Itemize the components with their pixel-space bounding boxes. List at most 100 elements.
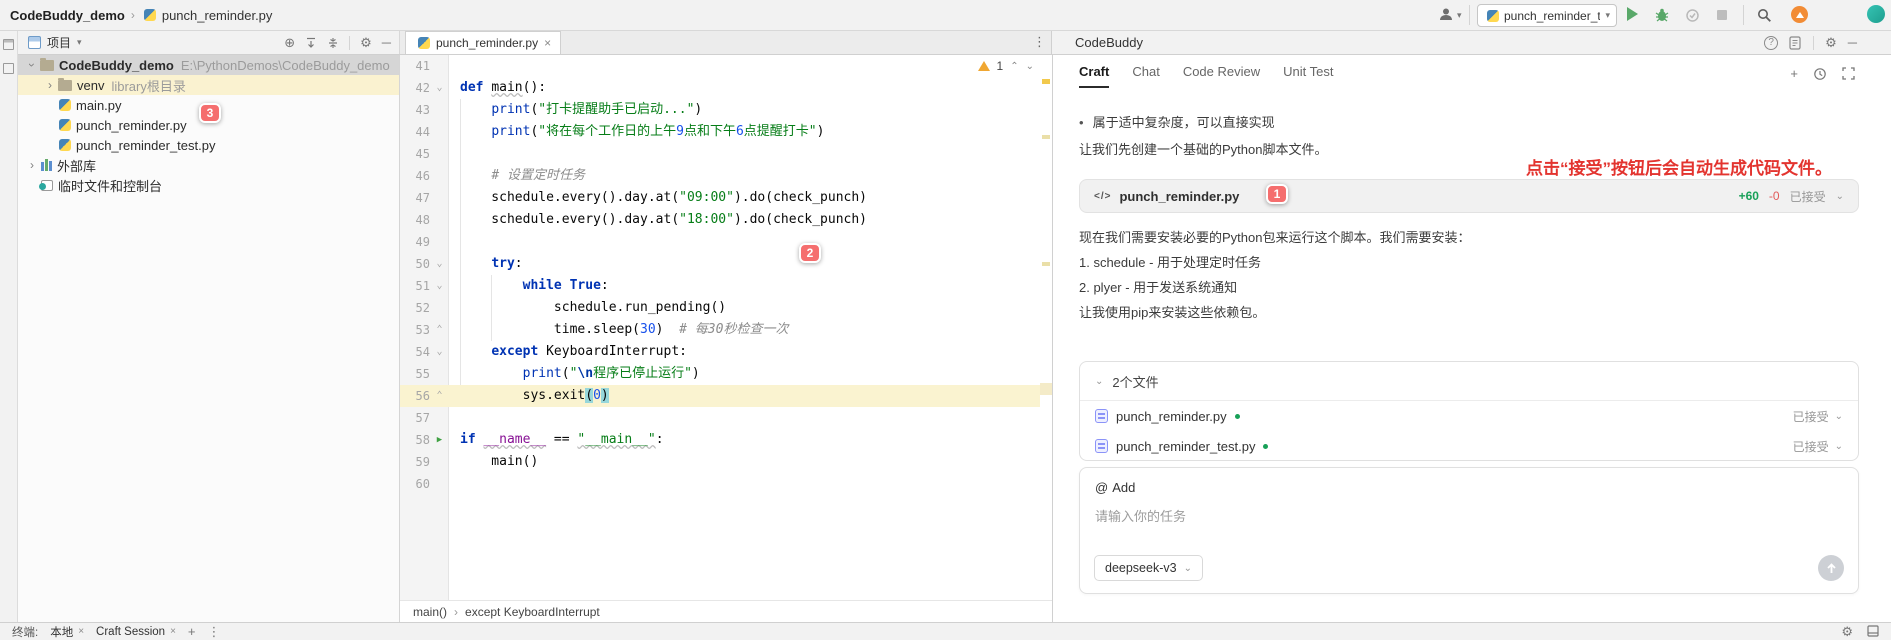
tree-item-venv[interactable]: › venv library根目录 <box>18 75 399 95</box>
chevron-down-icon[interactable]: ⌄ <box>1836 191 1844 202</box>
codebuddy-settings-gear-icon[interactable]: ⚙ <box>1825 36 1837 49</box>
code-line-54[interactable]: 54 ⌄ except KeyboardInterrupt: <box>400 341 1040 363</box>
code-line-48[interactable]: 48 schedule.every().day.at("18:00").do(c… <box>400 209 1040 231</box>
tree-item--[interactable]: › 外部库 <box>18 155 399 175</box>
tab-chat[interactable]: Chat <box>1132 64 1159 88</box>
project-panel-title[interactable]: 项目 <box>47 34 71 51</box>
code-line-46[interactable]: 46 # 设置定时任务 <box>400 165 1040 187</box>
tab-unit-test[interactable]: Unit Test <box>1283 64 1333 88</box>
run-gutter-icon[interactable]: ▶ <box>430 429 449 451</box>
next-warning-icon[interactable]: ⌄ <box>1026 61 1034 72</box>
search-everywhere-icon[interactable] <box>1755 6 1773 24</box>
hide-codebuddy-panel-icon[interactable]: ─ <box>1848 36 1857 49</box>
hide-panel-icon[interactable]: ─ <box>382 36 391 49</box>
terminal-tab-craft-session[interactable]: Craft Session × <box>96 626 176 638</box>
code-line-53[interactable]: 53 ⌃ time.sleep(30) # 每30秒检查一次 <box>400 319 1040 341</box>
code-line-44[interactable]: 44 print("将在每个工作日的上午9点和下午6点提醒打卡") <box>400 121 1040 143</box>
close-icon[interactable]: × <box>170 626 176 637</box>
run-button[interactable] <box>1627 7 1638 21</box>
task-input-placeholder[interactable]: 请输入你的任务 <box>1095 506 1186 525</box>
terminal-tab-local[interactable]: 本地 × <box>50 624 84 640</box>
debug-button[interactable] <box>1653 6 1671 24</box>
code-line-52[interactable]: 52 schedule.run_pending() <box>400 297 1040 319</box>
tool-stripe-project-icon[interactable] <box>3 39 14 50</box>
expand-all-icon[interactable] <box>305 37 317 49</box>
prev-warning-icon[interactable]: ⌃ <box>1010 61 1018 72</box>
breadcrumb-except[interactable]: except KeyboardInterrupt <box>465 605 600 619</box>
tree-item-punch-reminder-test-py[interactable]: punch_reminder_test.py <box>18 135 399 155</box>
file-row-punch-reminder-py[interactable]: punch_reminder.py 已接受 ⌄ <box>1080 401 1858 431</box>
new-terminal-plus-icon[interactable]: + <box>188 625 196 638</box>
file-row-punch-reminder-test-py[interactable]: punch_reminder_test.py 已接受 ⌄ <box>1080 431 1858 460</box>
fold-marker-icon[interactable]: ⌃ <box>430 385 449 407</box>
project-settings-gear-icon[interactable]: ⚙ <box>360 36 372 49</box>
code-line-47[interactable]: 47 schedule.every().day.at("09:00").do(c… <box>400 187 1040 209</box>
code-line-45[interactable]: 45 <box>400 143 1040 165</box>
chevron-down-icon[interactable]: ⌄ <box>1835 411 1843 422</box>
user-account-icon[interactable] <box>1439 7 1453 21</box>
run-configuration-select[interactable]: punch_reminder_test ▾ <box>1477 4 1617 27</box>
new-session-plus-icon[interactable]: + <box>1790 67 1798 81</box>
code-line-50[interactable]: 50 ⌄ try: <box>400 253 1040 275</box>
close-icon[interactable]: × <box>78 626 84 637</box>
accepted-status-label[interactable]: 已接受 <box>1790 188 1826 205</box>
fold-marker-icon[interactable]: ⌄ <box>430 253 449 275</box>
help-icon[interactable]: ? <box>1764 35 1779 50</box>
tree-item-codebuddy-demo[interactable]: › CodeBuddy_demo E:\PythonDemos\CodeBuddy_… <box>18 55 399 75</box>
run-with-coverage-button[interactable] <box>1683 6 1701 24</box>
tab-close-icon[interactable]: × <box>544 36 551 50</box>
code-line-51[interactable]: 51 ⌄ while True: <box>400 275 1040 297</box>
tree-chevron-icon[interactable]: › <box>26 158 38 172</box>
tab-code-review[interactable]: Code Review <box>1183 64 1260 88</box>
add-context-button[interactable]: @ Add <box>1095 480 1135 495</box>
expand-panel-icon[interactable] <box>1842 67 1855 81</box>
layout-icon[interactable] <box>1867 625 1879 638</box>
code-line-56[interactable]: 56 ⌃ sys.exit(0) <box>400 385 1040 407</box>
breadcrumb-file[interactable]: punch_reminder.py <box>162 8 273 23</box>
model-select-dropdown[interactable]: deepseek-v3 ⌄ <box>1094 555 1203 581</box>
code-line-58[interactable]: 58 ▶ if __name__ == "__main__": <box>400 429 1040 451</box>
code-line-57[interactable]: 57 <box>400 407 1040 429</box>
fold-marker-icon[interactable]: ⌃ <box>430 319 449 341</box>
changelog-icon[interactable] <box>1789 35 1802 50</box>
editor-options-kebab-icon[interactable]: ⋮ <box>1033 34 1046 50</box>
locate-file-icon[interactable]: ⊕ <box>284 36 295 49</box>
tab-craft[interactable]: Craft <box>1079 64 1110 88</box>
code-line-49[interactable]: 49 <box>400 231 1040 253</box>
tree-chevron-icon[interactable]: › <box>25 59 39 71</box>
tool-stripe-structure-icon[interactable] <box>3 63 14 74</box>
tree-chevron-icon[interactable]: › <box>44 78 56 92</box>
stop-button[interactable] <box>1713 6 1731 24</box>
tree-item--[interactable]: 临时文件和控制台 <box>18 175 399 195</box>
inspections-widget[interactable]: 1 ⌃ ⌄ <box>977 59 1034 73</box>
settings-gear-icon[interactable]: ⚙ <box>1841 625 1853 638</box>
history-icon[interactable] <box>1813 67 1827 81</box>
editor-tab-punch-reminder[interactable]: punch_reminder.py × <box>405 31 562 54</box>
code-editor[interactable]: 41 42 ⌄ def main(): 43 print("打卡提醒助手已启动...")… <box>400 55 1052 600</box>
files-summary-header[interactable]: ⌄ 2个文件 <box>1080 362 1858 401</box>
breadcrumb-main[interactable]: main() <box>413 605 447 619</box>
fold-marker-icon[interactable]: ⌄ <box>430 77 449 99</box>
generated-file-card[interactable]: </> punch_reminder.py +60 -0 已接受 ⌄ <box>1079 179 1859 213</box>
fold-marker-icon[interactable]: ⌄ <box>430 275 449 297</box>
code-line-60[interactable]: 60 <box>400 473 1040 495</box>
code-line-55[interactable]: 55 print("\n程序已停止运行") <box>400 363 1040 385</box>
chevron-down-icon[interactable]: ⌄ <box>1835 441 1843 452</box>
update-notification-icon[interactable] <box>1791 6 1808 23</box>
code-line-59[interactable]: 59 main() <box>400 451 1040 473</box>
terminal-options-kebab-icon[interactable]: ⋮ <box>208 625 221 638</box>
project-view-caret[interactable]: ▾ <box>77 37 82 48</box>
accepted-status-label[interactable]: 已接受 <box>1793 438 1829 455</box>
breadcrumb-project[interactable]: CodeBuddy_demo <box>10 8 125 23</box>
codebuddy-plugin-icon[interactable] <box>1867 5 1885 23</box>
accepted-status-label[interactable]: 已接受 <box>1793 408 1829 425</box>
editor-scrollbar[interactable] <box>1040 55 1052 600</box>
send-button[interactable] <box>1818 555 1844 581</box>
fold-marker-icon[interactable]: ⌄ <box>430 341 449 363</box>
code-line-43[interactable]: 43 print("打卡提醒助手已启动...") <box>400 99 1040 121</box>
code-line-41[interactable]: 41 <box>400 55 1040 77</box>
task-input-card[interactable]: @ Add 请输入你的任务 deepseek-v3 ⌄ <box>1079 467 1859 594</box>
code-line-42[interactable]: 42 ⌄ def main(): <box>400 77 1040 99</box>
user-dropdown-caret[interactable]: ▾ <box>1457 10 1462 21</box>
collapse-all-icon[interactable] <box>327 37 339 49</box>
